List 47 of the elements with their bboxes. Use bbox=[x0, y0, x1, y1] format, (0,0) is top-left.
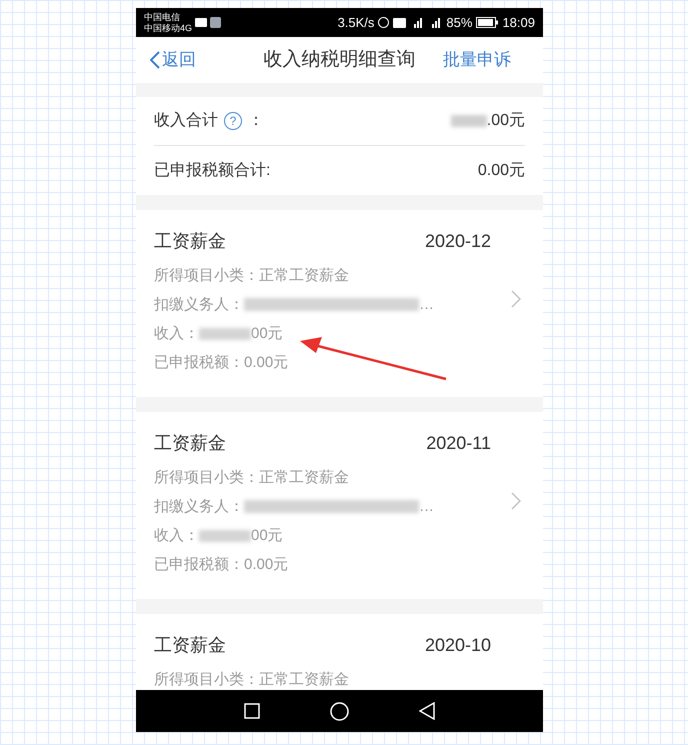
alarm-icon bbox=[378, 17, 390, 28]
battery-icon bbox=[476, 17, 498, 28]
battery-percent: 85% bbox=[446, 14, 472, 32]
record-category: 工资薪金 bbox=[154, 432, 226, 455]
app-icon bbox=[210, 17, 222, 28]
summary-value: .00元 bbox=[486, 111, 525, 131]
income-record-card[interactable]: 工资薪金 2020-11 所得项目小类：正常工资薪金 扣缴义务人： … 收入： 00元 已申报税额：0.00元 bbox=[136, 412, 543, 599]
income-label: 收入： bbox=[154, 526, 199, 546]
chevron-right-icon bbox=[511, 492, 521, 510]
record-category: 工资薪金 bbox=[154, 634, 226, 657]
carrier-name: 中国电信 bbox=[144, 12, 181, 22]
record-category: 工资薪金 bbox=[154, 230, 226, 253]
batch-appeal-button[interactable]: 批量申诉 bbox=[443, 47, 511, 73]
income-value: 00元 bbox=[251, 324, 283, 344]
record-subtype: 所得项目小类：正常工资薪金 bbox=[154, 670, 350, 690]
income-record-card[interactable]: 工资薪金 2020-12 所得项目小类：正常工资薪金 扣缴义务人： … 收入： 00元 已申报税额：0.00元 bbox=[136, 210, 543, 397]
declared-tax: 已申报税额：0.00元 bbox=[154, 555, 288, 575]
blurred-income bbox=[199, 328, 251, 340]
carrier-name: 中国移动4G bbox=[144, 22, 192, 34]
blurred-income bbox=[199, 530, 251, 542]
back-button[interactable]: 返回 bbox=[150, 47, 196, 73]
back-icon[interactable] bbox=[419, 702, 435, 720]
summary-label: 收入合计 bbox=[154, 110, 218, 131]
record-date: 2020-11 bbox=[426, 432, 491, 455]
income-record-card[interactable]: 工资薪金 2020-10 所得项目小类：正常工资薪金 bbox=[136, 614, 543, 690]
declared-tax: 已申报税额：0.00元 bbox=[154, 353, 288, 373]
back-chevron-icon bbox=[150, 51, 160, 69]
record-subtype: 所得项目小类：正常工资薪金 bbox=[154, 468, 350, 488]
income-label: 收入： bbox=[154, 324, 199, 344]
chevron-right-icon bbox=[511, 290, 521, 308]
ellipsis-text: … bbox=[419, 295, 434, 315]
record-date: 2020-12 bbox=[424, 230, 491, 253]
page-title: 收入纳税明细查询 bbox=[264, 48, 416, 72]
payer-label: 扣缴义务人： bbox=[154, 497, 244, 517]
payer-label: 扣缴义务人： bbox=[154, 295, 244, 315]
help-button[interactable]: ? bbox=[224, 112, 242, 130]
record-date: 2020-10 bbox=[424, 634, 491, 657]
ellipsis-text: … bbox=[419, 497, 434, 517]
summary-value: 0.00元 bbox=[478, 160, 525, 180]
recent-apps-icon[interactable] bbox=[244, 703, 260, 719]
home-icon[interactable] bbox=[330, 702, 349, 720]
income-value: 00元 bbox=[251, 526, 283, 546]
clock-time: 18:09 bbox=[502, 14, 535, 32]
network-speed: 3.5K/s bbox=[338, 14, 374, 32]
record-subtype: 所得项目小类：正常工资薪金 bbox=[154, 266, 350, 286]
summary-label: 已申报税额合计: bbox=[154, 160, 270, 180]
colon-text: ： bbox=[248, 111, 264, 131]
